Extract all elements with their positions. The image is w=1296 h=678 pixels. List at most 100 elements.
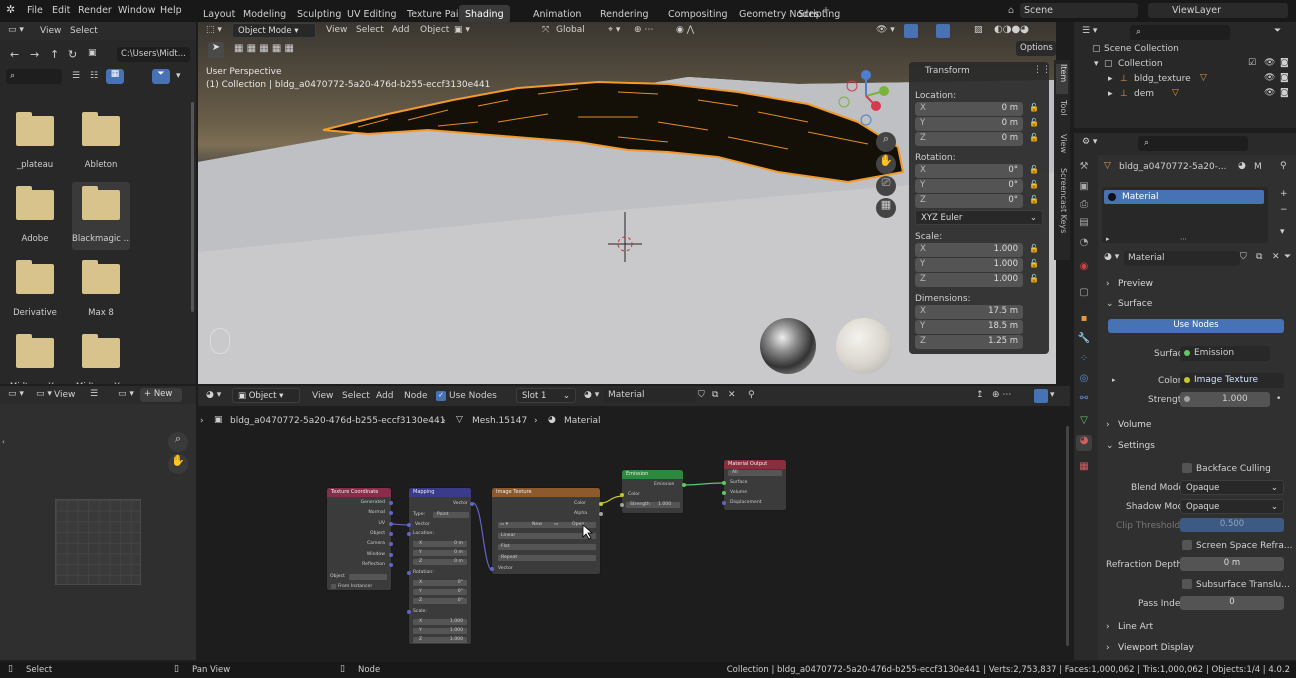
slot-add-icon[interactable]: + xyxy=(1280,189,1288,199)
matout-volume-socket[interactable] xyxy=(722,491,726,495)
editor-type-icon[interactable]: ▭ ▾ xyxy=(8,25,24,35)
collection-expand-icon[interactable]: ▾ xyxy=(1094,59,1099,69)
vp-add-menu[interactable]: Add xyxy=(392,25,409,35)
new-folder-icon[interactable]: ▣ xyxy=(88,48,97,58)
select-mode-icons[interactable]: ▦ ▦ ▦ ▦ ▦ xyxy=(234,43,294,54)
viewport-editor-type-icon[interactable]: ⬚ ▾ xyxy=(206,25,222,35)
tool-select-icon[interactable]: ➤ xyxy=(208,42,224,58)
rot-x-field[interactable]: X 0° xyxy=(915,164,1023,178)
fb-select-menu[interactable]: Select xyxy=(70,26,98,36)
material-short-name[interactable]: M xyxy=(1254,162,1262,172)
forward-arrow-icon[interactable]: → xyxy=(30,48,39,61)
node-image-texture-header[interactable]: Image Texture xyxy=(492,488,600,497)
slot-remove-icon[interactable]: − xyxy=(1280,205,1288,215)
menu-window[interactable]: Window xyxy=(118,5,155,16)
material-filter-icon[interactable]: ⏷ xyxy=(1284,252,1291,262)
filter-dropdown-icon[interactable]: ▾ xyxy=(176,71,181,81)
material-slot-item[interactable]: Material xyxy=(1104,190,1264,204)
rotation-mode-dropdown[interactable]: XYZ Euler ⌄ xyxy=(915,210,1043,225)
outliner-item-dem[interactable]: dem xyxy=(1134,89,1154,99)
options-button[interactable]: Options xyxy=(1016,41,1056,56)
loc-x-lock-icon[interactable]: 🔓 xyxy=(1029,103,1039,112)
folder-item[interactable]: Max 8 xyxy=(72,256,130,324)
volume-expand-icon[interactable]: › xyxy=(1106,420,1110,430)
scl-y-lock-icon[interactable]: 🔓 xyxy=(1029,259,1039,268)
folder-item[interactable]: Ableton xyxy=(72,108,130,176)
preview-expand-icon[interactable]: › xyxy=(1106,279,1110,289)
folder-item[interactable]: Midtown Y... xyxy=(72,330,130,384)
collection-camera-icon[interactable]: ◙ xyxy=(1280,58,1289,68)
overlay-button[interactable] xyxy=(936,24,950,38)
imgtex-vector-socket[interactable] xyxy=(490,567,494,571)
fake-user-icon[interactable]: ⛉ xyxy=(1240,252,1247,262)
tab-view[interactable]: View xyxy=(1056,134,1068,164)
tab-uv-editing[interactable]: UV Editing xyxy=(341,5,403,23)
dim-x-field[interactable]: X 17.5 m xyxy=(915,305,1023,319)
shading-modes-icon[interactable]: ◐◑●◕ xyxy=(994,24,1029,35)
xray-icon[interactable]: ▨ xyxy=(974,25,983,35)
vp-view-menu[interactable]: View xyxy=(326,25,347,35)
texcoord-out-socket[interactable] xyxy=(389,552,393,557)
rot-z-field[interactable]: Z 0° xyxy=(915,194,1023,208)
lineart-expand-icon[interactable]: › xyxy=(1106,622,1110,632)
vp-select-menu[interactable]: Select xyxy=(356,25,384,35)
constraints-icon[interactable]: ⚯ xyxy=(1076,393,1092,409)
tab-scripting[interactable]: Scripting xyxy=(792,5,846,23)
refraction-depth-field[interactable]: 0 m xyxy=(1180,557,1284,571)
ie-image-browse-icon[interactable]: ▭ ▾ xyxy=(118,389,134,399)
mapping-rot-socket[interactable] xyxy=(407,571,411,575)
rot-z-lock-icon[interactable]: 🔓 xyxy=(1029,195,1039,204)
rot-y-field[interactable]: Y 0° xyxy=(915,179,1023,193)
matout-surface-socket[interactable] xyxy=(722,481,726,485)
pass-index-field[interactable]: 0 xyxy=(1180,596,1284,610)
tab-screencast-keys[interactable]: Screencast Keys xyxy=(1056,168,1068,248)
scl-z-field[interactable]: Z 1.000 xyxy=(915,273,1023,287)
mapping-vector-in-socket[interactable] xyxy=(407,523,411,527)
collection-label[interactable]: Collection xyxy=(1118,59,1163,69)
node-material-output[interactable]: Material Output All Surface Volume Displacem… xyxy=(722,459,787,511)
texcoord-out-socket[interactable] xyxy=(389,562,393,567)
lineart-section[interactable]: Line Art xyxy=(1118,622,1153,632)
node-emission[interactable]: Emission Emission Color Strength 1.000 xyxy=(620,469,686,514)
slot-list-grip-icon[interactable]: ⋯ xyxy=(1180,235,1187,243)
texture-icon[interactable]: ▦ xyxy=(1076,461,1092,477)
pivot-icon[interactable]: ⌖ ▾ xyxy=(608,25,620,35)
ie-menu-icon[interactable]: ☰ xyxy=(90,389,98,399)
folder-item[interactable]: Blackmagic ... xyxy=(72,182,130,250)
render-icon[interactable]: ▣ xyxy=(1076,181,1092,197)
texcoord-out-socket[interactable] xyxy=(389,521,393,526)
scene-collection-label[interactable]: Scene Collection xyxy=(1104,44,1179,54)
tab-sculpting[interactable]: Sculpting xyxy=(291,5,347,23)
data-icon[interactable]: ▽ xyxy=(1076,415,1092,431)
scene-selector-icon[interactable]: ⌂ xyxy=(1008,5,1014,16)
display-vertical-icon[interactable]: ☰ xyxy=(72,71,80,81)
tab-shading[interactable]: Shading xyxy=(459,5,510,23)
dim-z-field[interactable]: Z 1.25 m xyxy=(915,335,1023,349)
collection-icon[interactable]: ▢ xyxy=(1076,287,1092,303)
scene-field[interactable]: Scene xyxy=(1020,3,1138,18)
tab-modeling[interactable]: Modeling xyxy=(237,5,292,23)
volume-section[interactable]: Volume xyxy=(1118,420,1151,430)
bldg-expand-icon[interactable]: ▸ xyxy=(1108,74,1113,84)
tab-tool[interactable]: Tool xyxy=(1056,100,1068,130)
ie-view-menu[interactable]: View xyxy=(54,390,75,400)
imgtex-proj-dropdown[interactable] xyxy=(498,544,596,550)
scl-x-field[interactable]: X 1.000 xyxy=(915,243,1023,257)
folder-item[interactable]: _plateau xyxy=(6,108,64,176)
folder-item[interactable]: Midtown Y... xyxy=(6,330,64,384)
menu-render[interactable]: Render xyxy=(78,5,112,16)
gizmo-toggle-icon[interactable]: ▣ ▾ xyxy=(454,25,470,35)
texcoord-out-socket[interactable] xyxy=(389,501,393,505)
fb-scrollbar[interactable] xyxy=(191,102,194,312)
preview-section[interactable]: Preview xyxy=(1118,279,1153,289)
display-horizontal-icon[interactable]: ☷ xyxy=(90,71,98,81)
menu-file[interactable]: File xyxy=(27,5,43,16)
slot-list-expand-icon[interactable]: ▸ xyxy=(1106,235,1110,243)
backface-checkbox[interactable] xyxy=(1182,463,1192,473)
view-layer-icon[interactable]: ▤ xyxy=(1076,217,1092,233)
emission-color-socket[interactable] xyxy=(620,493,624,497)
physics-icon[interactable]: ◎ xyxy=(1076,373,1092,389)
loc-y-lock-icon[interactable]: 🔓 xyxy=(1029,118,1039,127)
mapping-loc-socket[interactable] xyxy=(407,532,411,536)
add-workspace-icon[interactable]: + xyxy=(822,5,830,16)
